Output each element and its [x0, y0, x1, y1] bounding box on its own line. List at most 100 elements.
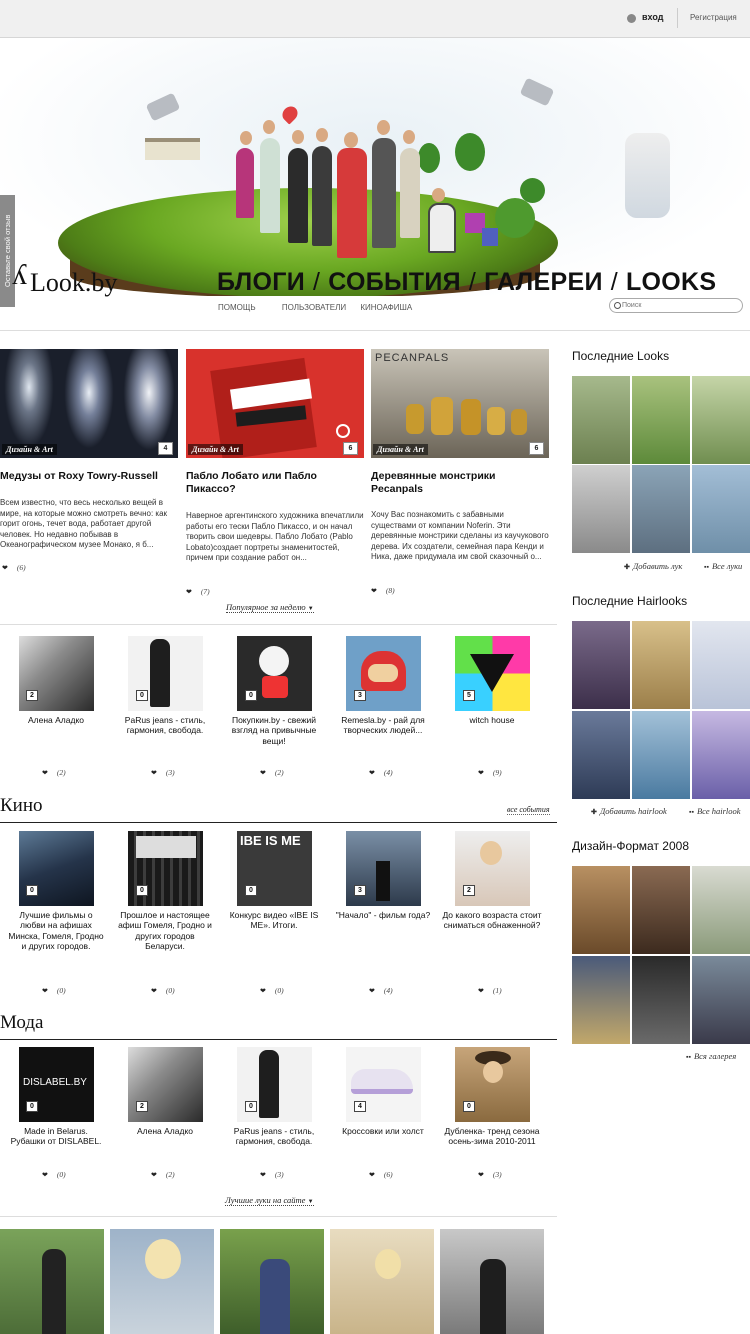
- article-excerpt: Хочу Вас познакомить с забавными существ…: [371, 510, 549, 562]
- like-count[interactable]: ❤ (2): [260, 768, 284, 777]
- like-count[interactable]: ❤ (9): [478, 768, 502, 777]
- all-events-link[interactable]: все события: [507, 805, 550, 815]
- blog-title[interactable]: Покупкин.by - свежий взгляд на привычные…: [224, 715, 324, 746]
- sidebar-hairlooks-title[interactable]: Последние Hairlooks: [572, 594, 687, 608]
- like-count[interactable]: ❤ (0): [260, 986, 284, 995]
- design-thumb[interactable]: [692, 866, 750, 954]
- sidebar-design-title[interactable]: Дизайн-Формат 2008: [572, 839, 689, 853]
- all-hairlooks-link[interactable]: ▪▪ Все hairlook: [689, 806, 741, 816]
- person: [236, 148, 254, 218]
- article-image[interactable]: [186, 349, 364, 458]
- moda-title[interactable]: Кроссовки или холст: [333, 1126, 433, 1136]
- nav-looks[interactable]: LOOKS: [626, 268, 716, 296]
- hairlook-thumb[interactable]: [632, 711, 690, 799]
- look-thumb[interactable]: [632, 376, 690, 464]
- blog-title[interactable]: PaRus jeans - стиль, гармония, свобода.: [115, 715, 215, 736]
- category-badge[interactable]: Дизайн & Art: [188, 444, 243, 455]
- register-link[interactable]: Регистрация: [690, 13, 737, 22]
- category-badge[interactable]: Дизайн & Art: [2, 444, 57, 455]
- like-count[interactable]: ❤ (3): [260, 1170, 284, 1179]
- figure-silhouette: [480, 1259, 506, 1334]
- all-hairlooks-label: Все hairlook: [696, 806, 741, 816]
- comment-count: 0: [245, 690, 257, 701]
- like-count[interactable]: ❤ (0): [42, 1170, 66, 1179]
- look-thumb[interactable]: [692, 465, 750, 553]
- like-count[interactable]: ❤ (6): [369, 1170, 393, 1179]
- like-count[interactable]: ❤ (4): [369, 986, 393, 995]
- look-thumb[interactable]: [572, 376, 630, 464]
- like-count[interactable]: ❤ (3): [478, 1170, 502, 1179]
- section-title-moda[interactable]: Мода: [0, 1012, 43, 1034]
- login-icon[interactable]: [627, 14, 636, 23]
- add-look-link[interactable]: ✚ Добавить лук: [624, 561, 682, 571]
- blog-title[interactable]: Алена Аладко: [6, 715, 106, 725]
- like-value: (0): [56, 986, 66, 995]
- like-count[interactable]: ❤ (0): [151, 986, 175, 995]
- section-divider: [0, 624, 557, 625]
- design-thumb[interactable]: [632, 866, 690, 954]
- sidebar-looks-title[interactable]: Последние Looks: [572, 349, 669, 363]
- like-count[interactable]: ❤ (4): [369, 768, 393, 777]
- look-photo[interactable]: [440, 1229, 544, 1334]
- article-title[interactable]: Пабло Лобато или Пабло Пикассо?: [186, 470, 364, 496]
- kino-title[interactable]: Прошлое и настоящее афиш Гомеля, Гродно …: [115, 910, 215, 952]
- add-hairlook-link[interactable]: ✚ Добавить hairlook: [591, 806, 667, 816]
- hairlook-thumb[interactable]: [572, 621, 630, 709]
- hairlook-thumb[interactable]: [632, 621, 690, 709]
- subnav-help[interactable]: ПОМОЩЬ: [218, 303, 256, 312]
- kino-title[interactable]: Лучшие фильмы о любви на афишах Минска, …: [6, 910, 106, 952]
- best-looks-link[interactable]: Лучшие луки на сайте ▼: [225, 1195, 314, 1206]
- search-icon[interactable]: [614, 302, 621, 309]
- hairlook-thumb[interactable]: [692, 621, 750, 709]
- site-logo[interactable]: Look.by: [30, 268, 117, 298]
- blog-title[interactable]: Remesla.by - рай для творческих людей...: [333, 715, 433, 736]
- nav-galleries[interactable]: ГАЛЕРЕИ: [484, 268, 603, 296]
- person: [344, 132, 358, 148]
- like-count[interactable]: ❤ (0): [42, 986, 66, 995]
- article-image[interactable]: PECANPALS: [371, 349, 549, 458]
- like-count[interactable]: ❤ (3): [151, 768, 175, 777]
- look-photo[interactable]: [330, 1229, 434, 1334]
- like-count[interactable]: ❤ (2): [151, 1170, 175, 1179]
- design-thumb[interactable]: [572, 866, 630, 954]
- look-photo[interactable]: [220, 1229, 324, 1334]
- nav-blogs[interactable]: БЛОГИ: [217, 268, 305, 296]
- design-thumb[interactable]: [572, 956, 630, 1044]
- article-title[interactable]: Медузы от Roxy Towry-Russell: [0, 470, 178, 483]
- section-title-kino[interactable]: Кино: [0, 795, 43, 817]
- like-count[interactable]: ❤ (7): [186, 587, 210, 596]
- comment-count: 4: [158, 442, 173, 455]
- hairlook-thumb[interactable]: [692, 711, 750, 799]
- article-title[interactable]: Деревянные монстрики Pecanpals: [371, 470, 549, 496]
- hairlook-thumb[interactable]: [572, 711, 630, 799]
- design-thumb[interactable]: [632, 956, 690, 1044]
- all-gallery-link[interactable]: ▪▪ Вся галерея: [686, 1051, 736, 1061]
- look-thumb[interactable]: [572, 465, 630, 553]
- like-count[interactable]: ❤ (8): [371, 586, 395, 595]
- moda-title[interactable]: Made in Belarus. Рубашки от DISLABEL.: [6, 1126, 106, 1147]
- look-thumb[interactable]: [692, 376, 750, 464]
- moda-title[interactable]: Алена Аладко: [115, 1126, 215, 1136]
- design-thumb[interactable]: [692, 956, 750, 1044]
- look-photo[interactable]: [110, 1229, 214, 1334]
- kino-title[interactable]: Конкурс видео «IBE IS ME». Итоги.: [224, 910, 324, 931]
- search-input[interactable]: [622, 299, 737, 312]
- kino-title[interactable]: До какого возраста стоит сниматься обнаж…: [442, 910, 542, 931]
- subnav-kinoafisha[interactable]: КИНОАФИША: [360, 303, 412, 312]
- nav-events[interactable]: СОБЫТИЯ: [328, 268, 461, 296]
- like-count[interactable]: ❤ (6): [2, 563, 26, 572]
- look-photo[interactable]: [0, 1229, 104, 1334]
- look-thumb[interactable]: [632, 465, 690, 553]
- all-looks-link[interactable]: ▪▪ Все луки: [704, 561, 742, 571]
- login-link[interactable]: вход: [642, 12, 663, 22]
- article-image[interactable]: [0, 349, 178, 458]
- like-count[interactable]: ❤ (2): [42, 768, 66, 777]
- kino-title[interactable]: "Начало" - фильм года?: [333, 910, 433, 920]
- category-badge[interactable]: Дизайн & Art: [373, 444, 428, 455]
- blog-title[interactable]: witch house: [442, 715, 542, 725]
- like-count[interactable]: ❤ (1): [478, 986, 502, 995]
- subnav-users[interactable]: ПОЛЬЗОВАТЕЛИ: [282, 303, 346, 312]
- popular-week-link[interactable]: Популярное за неделю ▼: [226, 602, 314, 613]
- moda-title[interactable]: PaRus jeans - стиль, гармония, свобода.: [224, 1126, 324, 1147]
- moda-title[interactable]: Дубленка- тренд сезона осень-зима 2010-2…: [442, 1126, 542, 1147]
